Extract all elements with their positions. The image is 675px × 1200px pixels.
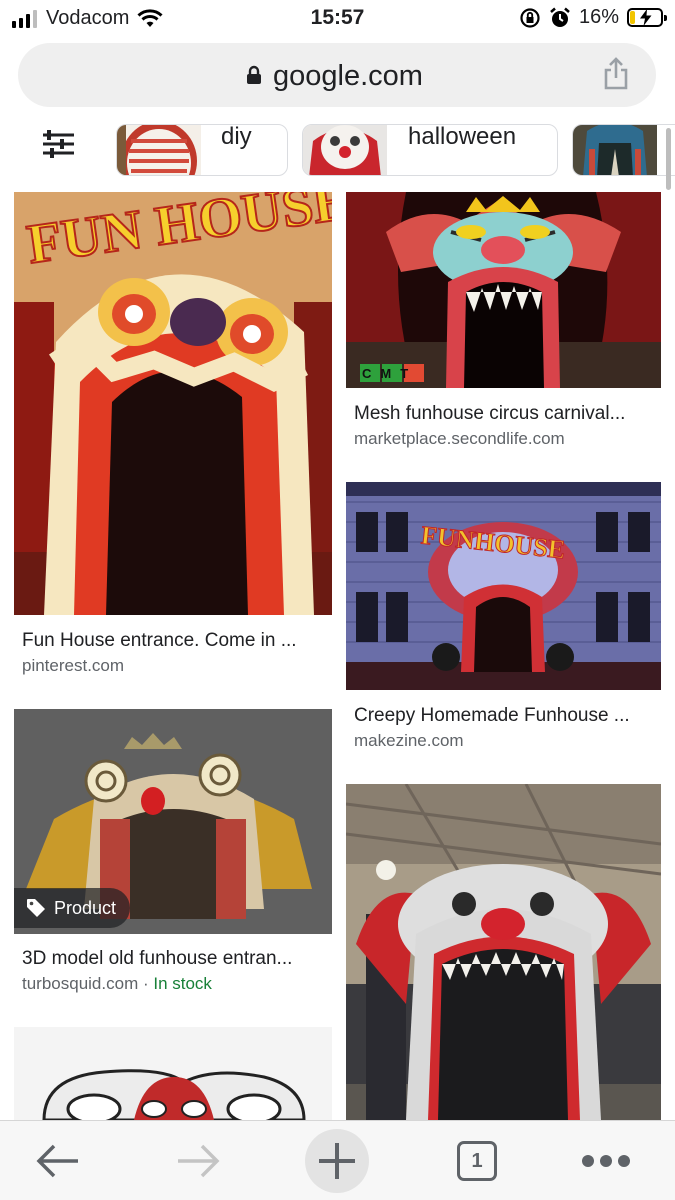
stock-status: In stock [153,974,212,993]
result-title[interactable]: Fun House entrance. Come in ... [22,630,297,652]
chip-thumbnail [303,125,387,175]
result-card-creepy-funhouse[interactable]: FUNHOUSE Creepy Homemade Funhouse ... ma… [346,482,661,762]
plus-icon [319,1143,355,1179]
more-menu-button[interactable] [576,1121,636,1200]
chip-halloween[interactable]: halloween [302,124,558,176]
chip-thumbnail [573,125,657,175]
bottom-toolbar: 1 [0,1120,675,1200]
result-title[interactable]: Creepy Homemade Funhouse ... [354,705,630,727]
result-source: turbosquid.com [22,974,139,993]
forward-arrow-icon [178,1144,220,1178]
result-source: makezine.com [354,731,464,750]
tune-filter-icon[interactable] [40,130,74,158]
back-button[interactable] [30,1121,86,1200]
tab-switcher-button[interactable]: 1 [457,1141,497,1181]
chip-label: diy [221,124,252,150]
chip-thumbnail [117,125,201,175]
more-dots-icon [582,1155,630,1167]
result-image[interactable]: CMT [346,192,661,388]
tag-icon [27,899,45,917]
result-source: pinterest.com [22,656,125,675]
status-right: 16% [519,6,667,29]
result-card-clown-partial[interactable] [14,1027,332,1120]
result-card-3d-model[interactable]: Product 3D model old funhouse entran... … [14,709,332,1009]
product-badge: Product [14,888,131,928]
result-source: marketplace.secondlife.com [354,429,565,448]
source-separator: · [138,974,154,993]
product-badge-label: Product [54,897,117,918]
chip-diy[interactable]: diy [116,124,288,176]
refinement-chips: diy halloween [0,124,675,180]
back-arrow-icon [36,1144,78,1178]
battery-icon [627,8,667,27]
result-image[interactable]: Product [14,709,332,934]
result-source-line: turbosquid.com · In stock [22,974,212,994]
url-host: google.com [273,60,423,92]
share-icon[interactable] [602,57,630,91]
result-card-clown-arch[interactable] [346,784,661,1120]
result-card-mesh-funhouse[interactable]: CMT Mesh funhouse circus carnival... mar… [346,192,661,462]
address-bar[interactable]: google.com [18,43,656,107]
battery-percent: 16% [578,6,619,28]
result-image[interactable]: FUNHOUSE [346,482,661,690]
result-image[interactable] [346,784,661,1120]
chip-label: halloween [408,124,517,150]
result-card-fun-house[interactable]: FUN HOUSE Fun House entrance. Come in ..… [14,192,332,692]
forward-button[interactable] [170,1121,226,1200]
result-title[interactable]: 3D model old funhouse entran... [22,948,292,970]
result-image[interactable]: FUN HOUSE [14,192,332,615]
result-image[interactable] [14,1027,332,1120]
scrollbar[interactable] [666,128,671,190]
result-title[interactable]: Mesh funhouse circus carnival... [354,403,625,425]
status-bar: Vodacom 15:57 16% [0,0,675,38]
chip-more[interactable] [572,124,675,176]
new-tab-button[interactable] [305,1129,369,1193]
alarm-icon [550,7,570,27]
cmt-logo: CMT [362,366,417,381]
rotation-lock-icon [520,7,540,28]
